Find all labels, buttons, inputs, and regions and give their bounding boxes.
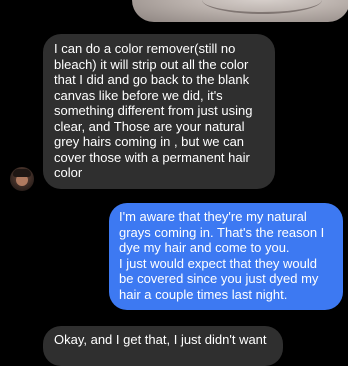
shared-photo-thumbnail[interactable] — [132, 0, 348, 22]
outgoing-message-bubble[interactable]: I'm aware that they're my natural grays … — [109, 203, 343, 310]
incoming-message-bubble[interactable]: I can do a color remover(still no bleach… — [43, 34, 275, 189]
contact-avatar[interactable] — [10, 167, 34, 191]
incoming-message-bubble[interactable]: Okay, and I get that, I just didn't want — [43, 326, 283, 366]
